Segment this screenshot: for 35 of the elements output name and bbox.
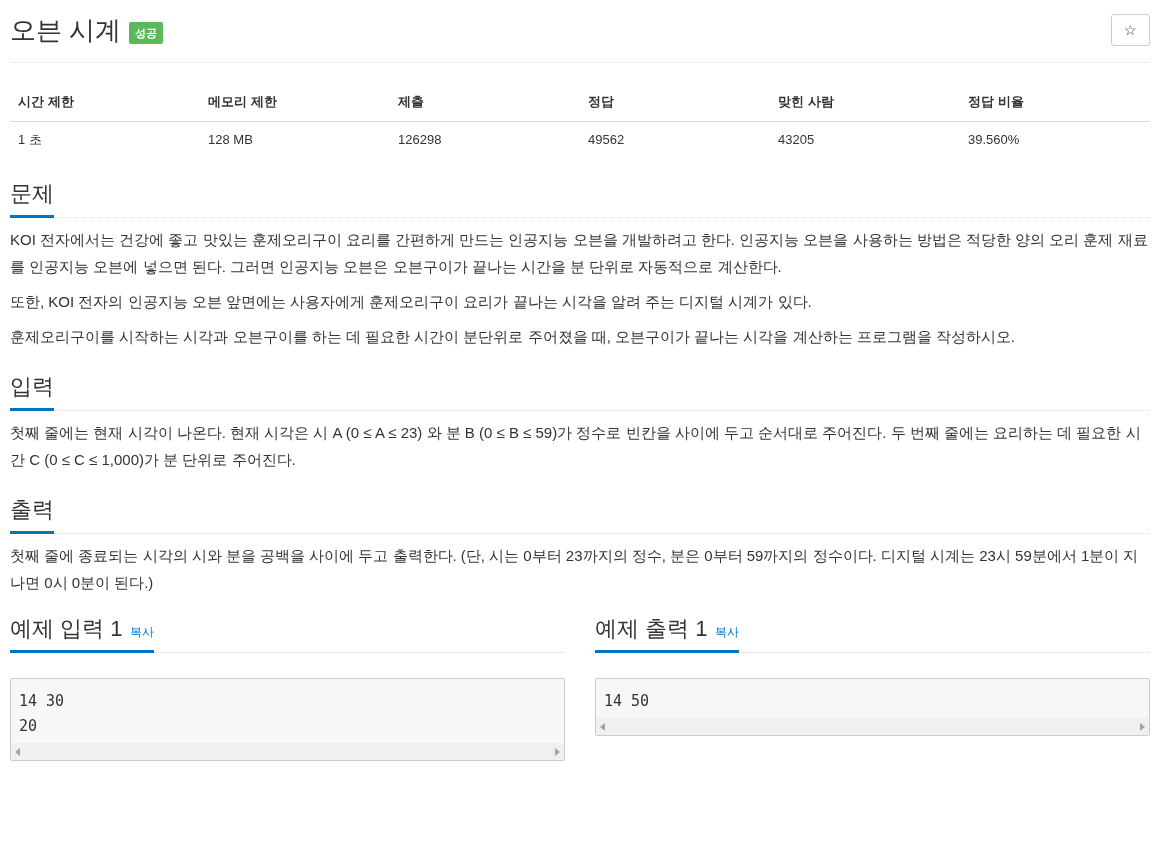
column-header: 시간 제한 (10, 83, 200, 121)
sample-code: 14 30 20 (18, 691, 66, 737)
scroll-left-icon[interactable] (600, 722, 606, 731)
section-heading: 예제 출력 1 (595, 615, 708, 643)
copy-link[interactable]: 복사 (715, 623, 740, 641)
sample-code: 14 50 (603, 691, 651, 712)
paragraph: 첫째 줄에 종료되는 시각의 시와 분을 공백을 사이에 두고 출력한다. (단, 시는 0부터 23까지의 정수, 분은 0부터 59까지의 정수이다. 디지털 시계는 23시 59분에서 1분이 지나면 0시 0분이 된다.) (10, 546, 1140, 593)
column-header: 제출 (390, 83, 580, 121)
table-cell: 43205 (770, 121, 960, 157)
problem-title: 오븐 시계 (10, 14, 122, 47)
scroll-left-icon[interactable] (15, 747, 21, 756)
scroll-right-icon[interactable] (554, 747, 560, 756)
horizontal-scrollbar[interactable] (11, 743, 564, 760)
table-cell: 128 MB (200, 121, 390, 157)
section-heading: 입력 (10, 373, 54, 401)
column-header: 맞힌 사람 (770, 83, 960, 121)
copy-link[interactable]: 복사 (130, 623, 155, 641)
horizontal-scrollbar[interactable] (596, 718, 1149, 735)
section-heading: 출력 (10, 496, 54, 524)
scroll-right-icon[interactable] (1139, 722, 1145, 731)
paragraph: KOI 전자에서는 건강에 좋고 맛있는 훈제오리구이 요리를 간편하게 만드는 인공지능 오븐을 개발하려고 한다. 인공지능 오븐을 사용하는 방법은 적당한 양의 오리 훈제 재료를 인공지능 오븐에 넣으면 된다. 그러면 인공지능 오븐은 오븐구이가 끝나는 시간을 분 단위로 자동적으로 계산한다. (10, 230, 1149, 277)
table-cell: 49562 (580, 121, 770, 157)
table-cell: 1 초 (10, 121, 200, 157)
column-header: 정답 비율 (960, 83, 1150, 121)
section-heading: 예제 입력 1 (10, 615, 123, 643)
column-header: 정답 (580, 83, 770, 121)
table-cell: 39.560% (960, 121, 1150, 157)
paragraph: 훈제오리구이를 시작하는 시각과 오븐구이를 하는 데 필요한 시간이 분단위로 주어졌을 때, 오븐구이가 끝나는 시각을 계산하는 프로그램을 작성하시오. (10, 327, 1016, 347)
section-heading: 문제 (10, 180, 54, 208)
status-badge: 성공 (129, 21, 164, 45)
column-header: 메모리 제한 (200, 83, 390, 121)
paragraph: 또한, KOI 전자의 인공지능 오븐 앞면에는 사용자에게 훈제오리구이 요리가 끝나는 시각을 알려 주는 디지털 시계가 있다. (10, 292, 813, 312)
table-cell: 126298 (390, 121, 580, 157)
favorite-button[interactable]: ☆ (1111, 14, 1150, 46)
paragraph: 첫째 줄에는 현재 시각이 나온다. 현재 시각은 시 A (0 ≤ A ≤ 23) 와 분 B (0 ≤ B ≤ 59)가 정수로 빈칸을 사이에 두고 순서대로 주어진다. 두 번째 줄에는 요리하는 데 필요한 시간 C (0 ≤ C ≤ 1,000)가 분 단위로 주어진다. (10, 423, 1142, 470)
